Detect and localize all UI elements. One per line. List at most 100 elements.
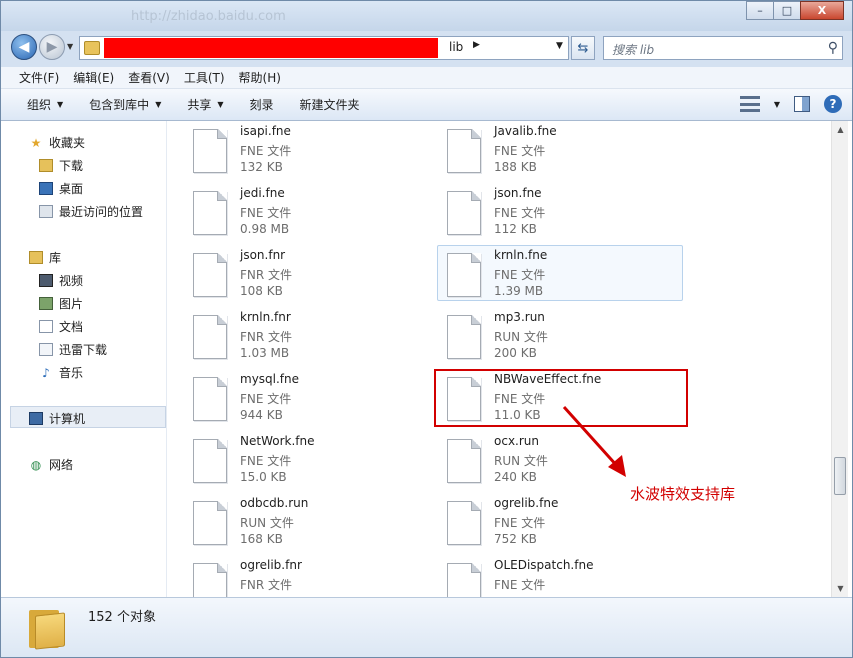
sidebar-item-libraries[interactable]: 库: [29, 249, 61, 266]
menu-tools[interactable]: 工具(T): [184, 69, 225, 86]
file-item[interactable]: krnln.fnr FNR 文件 1.03 MB: [167, 307, 413, 363]
breadcrumb-chevron-icon[interactable]: ▶: [473, 40, 480, 50]
menu-view[interactable]: 查看(V): [128, 69, 170, 86]
new-folder-button[interactable]: 新建文件夹: [300, 96, 360, 113]
sidebar-item-desktop[interactable]: 桌面: [39, 180, 83, 197]
view-controls: ▼ ?: [739, 95, 842, 113]
caret-down-icon: ▼: [155, 100, 162, 109]
sidebar-label: 文档: [59, 320, 84, 334]
sidebar-item-pictures[interactable]: 图片: [39, 295, 83, 312]
menu-help[interactable]: 帮助(H): [239, 69, 281, 86]
organize-button[interactable]: 组织 ▼: [27, 96, 63, 113]
file-size: 112 KB: [494, 222, 537, 236]
computer-icon: [29, 412, 43, 425]
search-box[interactable]: 搜索 lib ⚲: [603, 36, 843, 60]
search-icon[interactable]: ⚲: [828, 40, 838, 56]
file-name: ogrelib.fnr: [240, 558, 302, 572]
recent-places-icon: [39, 205, 53, 218]
view-list-icon[interactable]: [739, 96, 760, 112]
xunlei-download-icon: [39, 343, 53, 356]
share-label: 共享: [187, 98, 212, 112]
content-area: ★ 收藏夹 下载 桌面 最近访问的位置 库 视频 图片 文档 迅雷下载 ♪ 音乐 计…: [1, 121, 852, 597]
scroll-thumb[interactable]: [834, 457, 846, 495]
burn-button[interactable]: 刻录: [250, 96, 274, 113]
recent-pages-dropdown-icon[interactable]: ▼: [67, 42, 73, 51]
menu-edit[interactable]: 编辑(E): [73, 69, 114, 86]
file-item[interactable]: OLEDispatch.fne FNE 文件: [421, 555, 667, 597]
file-item[interactable]: NetWork.fne FNE 文件 15.0 KB: [167, 431, 413, 487]
pictures-library-icon: [39, 297, 53, 310]
search-placeholder: 搜索 lib: [612, 43, 655, 57]
minimize-button[interactable]: –: [746, 1, 774, 20]
sidebar-item-downloads[interactable]: 下载: [39, 157, 83, 174]
file-size: 1.39 MB: [494, 284, 544, 298]
help-icon[interactable]: ?: [824, 95, 842, 113]
file-size: 752 KB: [494, 532, 537, 546]
faded-url-text: http://zhidao.baidu.com: [131, 9, 286, 24]
file-item[interactable]: Javalib.fne FNE 文件 188 KB: [421, 121, 667, 177]
file-name: mp3.run: [494, 310, 545, 324]
back-button[interactable]: ◀: [11, 34, 37, 60]
refresh-button[interactable]: ⇆: [571, 36, 595, 60]
star-icon: ★: [30, 135, 42, 150]
maximize-button[interactable]: □: [773, 1, 801, 20]
file-type: FNE 文件: [240, 392, 292, 406]
sidebar-item-network[interactable]: ◍ 网络: [29, 456, 73, 473]
sidebar-item-favorites[interactable]: ★ 收藏夹: [29, 134, 85, 151]
preview-pane-icon[interactable]: [794, 96, 810, 112]
sidebar-item-recent[interactable]: 最近访问的位置: [39, 203, 143, 220]
view-dropdown-icon[interactable]: ▼: [774, 100, 780, 109]
file-item[interactable]: odbcdb.run RUN 文件 168 KB: [167, 493, 413, 549]
file-name: krnln.fnr: [240, 310, 291, 324]
address-bar[interactable]: lib ▶ ▼: [79, 36, 569, 60]
file-size: 240 KB: [494, 470, 537, 484]
file-size: 188 KB: [494, 160, 537, 174]
sidebar-item-videos[interactable]: 视频: [39, 272, 83, 289]
title-bar[interactable]: http://zhidao.baidu.com – □ X: [1, 1, 852, 31]
status-bar: 152 个对象: [1, 597, 852, 657]
sidebar-item-computer[interactable]: 计算机: [29, 410, 85, 427]
file-type: FNR 文件: [240, 578, 293, 592]
file-item[interactable]: mysql.fne FNE 文件 944 KB: [167, 369, 413, 425]
file-item-hovered[interactable]: krnln.fne FNE 文件 1.39 MB: [437, 245, 683, 301]
desktop-icon: [39, 182, 53, 195]
scroll-down-arrow-icon[interactable]: ▼: [832, 580, 849, 597]
sidebar-item-music[interactable]: ♪ 音乐: [39, 364, 83, 381]
file-item[interactable]: isapi.fne FNE 文件 132 KB: [167, 121, 413, 177]
file-size: 200 KB: [494, 346, 537, 360]
scroll-up-arrow-icon[interactable]: ▲: [832, 121, 849, 138]
file-icon: [447, 439, 481, 483]
sidebar-item-documents[interactable]: 文档: [39, 318, 83, 335]
sidebar-label: 桌面: [59, 182, 84, 196]
forward-button[interactable]: ▶: [39, 34, 65, 60]
file-icon: [447, 501, 481, 545]
navigation-bar: ◀ ▶ ▼ lib ▶ ▼ ⇆ 搜索 lib ⚲: [1, 31, 852, 63]
file-name: json.fnr: [240, 248, 286, 262]
close-button[interactable]: X: [800, 1, 844, 20]
file-type: FNR 文件: [240, 268, 293, 282]
file-item[interactable]: mp3.run RUN 文件 200 KB: [421, 307, 667, 363]
share-button[interactable]: 共享 ▼: [187, 96, 223, 113]
address-dropdown-icon[interactable]: ▼: [556, 41, 563, 51]
file-type: FNE 文件: [494, 516, 546, 530]
file-icon: [193, 253, 227, 297]
sidebar-item-xunlei[interactable]: 迅雷下载: [39, 341, 107, 358]
sidebar-label: 收藏夹: [49, 136, 86, 150]
file-item[interactable]: ogrelib.fnr FNR 文件: [167, 555, 413, 597]
include-in-library-button[interactable]: 包含到库中 ▼: [89, 96, 161, 113]
sidebar-label: 迅雷下载: [59, 343, 108, 357]
address-current-folder[interactable]: lib: [449, 40, 463, 54]
file-item[interactable]: json.fne FNE 文件 112 KB: [421, 183, 667, 239]
redacted-path: [104, 38, 438, 58]
sidebar-label: 图片: [59, 297, 84, 311]
file-name: mysql.fne: [240, 372, 300, 386]
file-name: isapi.fne: [240, 124, 291, 138]
file-icon: [193, 315, 227, 359]
item-count: 152 个对象: [88, 610, 156, 625]
file-size: 15.0 KB: [240, 470, 287, 484]
menu-file[interactable]: 文件(F): [19, 69, 59, 86]
vertical-scrollbar[interactable]: ▲ ▼: [831, 121, 848, 597]
file-item[interactable]: jedi.fne FNE 文件 0.98 MB: [167, 183, 413, 239]
file-icon: [447, 129, 481, 173]
file-item[interactable]: json.fnr FNR 文件 108 KB: [167, 245, 413, 301]
